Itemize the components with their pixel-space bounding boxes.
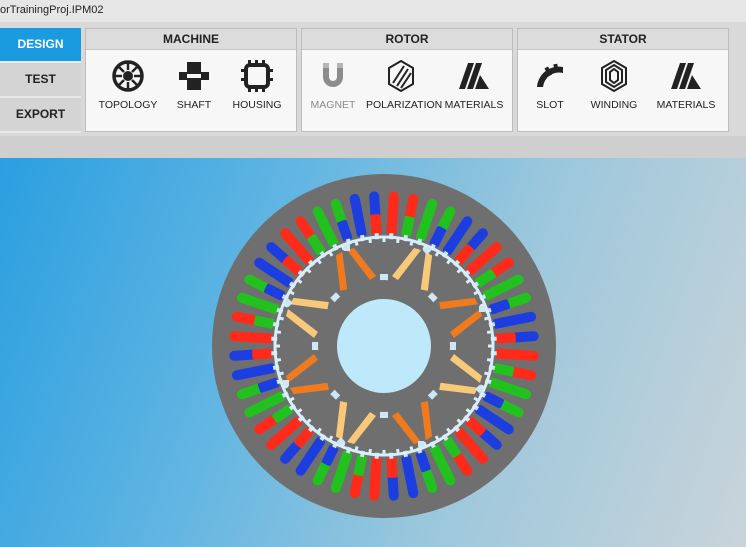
rotor-group-title: ROTOR [302, 29, 512, 50]
polarization-icon [388, 59, 414, 93]
winding-icon [601, 59, 627, 93]
rotor-group: ROTOR MAGNET POLARIZATION MATERIALS [301, 28, 513, 132]
coil-inner [386, 457, 398, 478]
magnet-bridge [380, 274, 388, 281]
magnet-barrier [344, 245, 350, 251]
coil-inner [495, 332, 516, 344]
topology-icon [112, 60, 144, 92]
housing-label: HOUSING [232, 99, 282, 111]
stator-group: STATOR SLOT WINDING MATERIALS [517, 28, 729, 132]
slot-label: SLOT [536, 99, 564, 111]
magnet-bridge [449, 342, 456, 350]
shaft [337, 299, 431, 393]
polarization-label: POLARIZATION [366, 99, 443, 111]
shaft-label: SHAFT [176, 99, 212, 111]
coil-inner [370, 214, 382, 235]
magnet-barrier [283, 380, 289, 386]
ribbon-toolbar: DESIGN TEST EXPORT MACHINE TOPOLOGY SHAF… [0, 22, 746, 136]
rotor-notch [488, 344, 492, 348]
stator-materials-label: MATERIALS [656, 99, 716, 111]
magnet-label: MAGNET [310, 99, 356, 111]
rotor-materials-label: MATERIALS [444, 99, 504, 111]
mode-test-button[interactable]: TEST [0, 63, 81, 98]
stator-group-title: STATOR [518, 29, 728, 50]
materials-icon [459, 63, 489, 89]
rotor-notch [368, 448, 372, 454]
housing-button[interactable]: HOUSING [222, 59, 292, 111]
rotor-notch [368, 238, 372, 244]
motor-cross-section[interactable] [0, 158, 746, 547]
magnet-icon [323, 63, 343, 87]
slot-button[interactable]: SLOT [515, 59, 585, 111]
rotor-notch [396, 238, 400, 244]
shaft-button[interactable]: SHAFT [159, 59, 229, 111]
coil-inner [252, 348, 273, 360]
stator-materials-button[interactable]: MATERIALS [651, 59, 721, 111]
motor-viewport[interactable] [0, 158, 746, 547]
polarization-button[interactable]: POLARIZATION [366, 59, 443, 111]
machine-group: MACHINE TOPOLOGY SHAFT HOUSING [85, 28, 297, 132]
mode-design-button[interactable]: DESIGN [0, 28, 81, 63]
rotor-notch [382, 238, 386, 242]
rotor-notch [276, 344, 280, 348]
winding-button[interactable]: WINDING [579, 59, 649, 111]
window-title: orTrainingProj.IPM02 [0, 4, 104, 16]
magnet-bridge [312, 342, 319, 350]
housing-icon [241, 60, 273, 92]
rotor-notch [382, 450, 386, 454]
slot-icon [537, 63, 563, 87]
magnet-barrier [479, 306, 485, 312]
mode-list: DESIGN TEST EXPORT [0, 28, 81, 133]
winding-label: WINDING [590, 99, 638, 111]
rotor-notch [396, 448, 400, 454]
topology-button[interactable]: TOPOLOGY [93, 59, 163, 111]
materials-icon [671, 63, 701, 89]
rotor-notch [276, 358, 282, 362]
coil-inner [386, 214, 398, 235]
mode-export-button[interactable]: EXPORT [0, 98, 81, 133]
rotor-notch [486, 358, 492, 362]
magnet-bridge [380, 411, 388, 418]
status-strip [0, 136, 746, 158]
title-bar: orTrainingProj.IPM02 [0, 0, 746, 23]
machine-group-title: MACHINE [86, 29, 296, 50]
coil-inner [252, 332, 273, 344]
rotor-notch [486, 330, 492, 334]
magnet-barrier [418, 441, 424, 447]
coil-inner [370, 457, 382, 478]
topology-label: TOPOLOGY [98, 99, 158, 111]
shaft-icon [179, 62, 209, 90]
magnet-button[interactable]: MAGNET [298, 59, 368, 111]
coil-inner [495, 348, 516, 360]
rotor-materials-button[interactable]: MATERIALS [439, 59, 509, 111]
rotor-notch [276, 330, 282, 334]
